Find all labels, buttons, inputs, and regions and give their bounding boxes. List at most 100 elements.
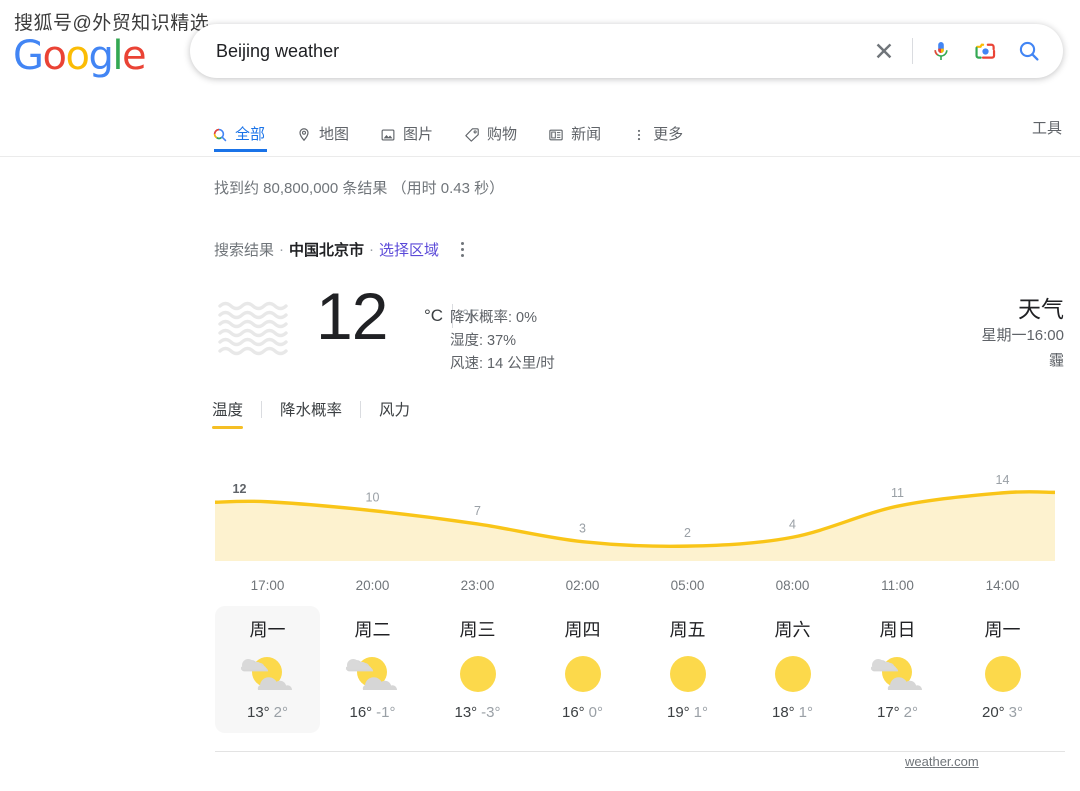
logo-letter-1: G (13, 33, 44, 79)
google-logo[interactable]: Google (13, 33, 147, 79)
time-tick: 08:00 (775, 578, 810, 593)
tab-maps[interactable]: 地图 (296, 105, 349, 152)
chart-tab-wind[interactable]: 风力 (379, 398, 410, 429)
chart-tab-divider-1 (261, 401, 263, 418)
forecast-high: 16° (561, 704, 585, 721)
forecast-high: 18° (771, 704, 795, 721)
sunny-icon (459, 656, 496, 692)
forecast-condition-icon-wrap (425, 648, 530, 700)
chart-point-label: 11 (891, 486, 904, 500)
location-prefix: 搜索结果 (214, 242, 275, 259)
time-tick: 20:00 (355, 578, 390, 593)
search-bar[interactable]: ✕ (190, 24, 1063, 78)
haze-icon (218, 301, 288, 356)
forecast-low: -3° (481, 704, 501, 721)
partly-cloudy-icon (240, 657, 292, 690)
precipitation-row: 降水概率: 0% (450, 310, 538, 326)
sunny-icon (774, 656, 811, 692)
humidity-row: 湿度: 37% (450, 333, 517, 349)
partly-cloudy-icon (345, 657, 397, 690)
wind-row: 风速: 14 公里/时 (450, 356, 555, 372)
time-tick: 14:00 (985, 578, 1020, 593)
chart-tab-precipitation[interactable]: 降水概率 (280, 398, 342, 429)
forecast-low: 2° (273, 704, 289, 721)
location-context: 搜索结果 · 中国北京市 · 选择区域 (214, 239, 465, 260)
chart-point-label: 12 (233, 482, 247, 496)
forecast-day-name: 周四 (564, 620, 601, 640)
sunny-icon (984, 656, 1021, 692)
more-vertical-icon (638, 129, 641, 140)
clear-glyph: ✕ (873, 36, 895, 66)
weather-card: 12 °C °F 降水概率: 0% 湿度: 37% 风速: 14 公里/时 天气… (212, 281, 1065, 769)
tab-images[interactable]: 图片 (380, 105, 433, 152)
forecast-temps: 13° -3° (425, 704, 530, 721)
clear-icon[interactable]: ✕ (862, 29, 906, 73)
tab-all[interactable]: 全部 (212, 105, 268, 152)
weather-timestamp: 星期一16:00 (981, 327, 1064, 344)
daily-forecast-item[interactable]: 周三 13° -3° (425, 606, 530, 733)
weather-current: 12 °C °F 降水概率: 0% 湿度: 37% 风速: 14 公里/时 天气… (212, 281, 1064, 386)
forecast-high: 13° (454, 704, 478, 721)
forecast-day-name: 周日 (879, 620, 916, 640)
forecast-high: 16° (349, 704, 373, 721)
forecast-temps: 16° -1° (320, 704, 425, 721)
tab-maps-label: 地图 (319, 126, 350, 143)
forecast-low: 1° (693, 704, 709, 721)
daily-forecast-item[interactable]: 周二 16° -1° (320, 606, 425, 733)
forecast-day-name: 周五 (669, 620, 706, 640)
forecast-condition-icon-wrap (215, 648, 320, 700)
search-input[interactable] (190, 40, 862, 62)
daily-forecast-item[interactable]: 周四 16° 0° (530, 606, 635, 733)
tools-button[interactable]: 工具 (1032, 117, 1062, 138)
forecast-temps: 16° 0° (530, 704, 635, 721)
microphone-icon[interactable] (919, 29, 963, 73)
time-tick: 23:00 (460, 578, 495, 593)
logo-letter-6: e (121, 33, 147, 79)
unit-celsius[interactable]: °C (424, 306, 443, 326)
nav-items: 全部 地图 图片 购物 新闻 更多 (212, 105, 714, 157)
search-submit-icon[interactable] (1007, 29, 1051, 73)
search-icon (213, 128, 227, 141)
time-tick: 05:00 (670, 578, 705, 593)
result-stats: 找到约 80,800,000 条结果 （用时 0.43 秒） (214, 180, 505, 197)
page-root: 搜狐号@外贸知识精选 Google ✕ (0, 0, 1080, 791)
chart-tab-temperature[interactable]: 温度 (212, 398, 244, 429)
forecast-temps: 17° 2° (845, 704, 950, 721)
google-lens-icon[interactable] (963, 29, 1007, 73)
forecast-temps: 20° 3° (950, 704, 1055, 721)
chart-metric-tabs: 温度 降水概率 风力 (212, 398, 410, 429)
forecast-day-name: 周六 (774, 620, 811, 640)
tab-more[interactable]: 更多 (632, 105, 683, 152)
sunny-icon (564, 656, 601, 692)
source-divider (215, 751, 1065, 752)
daily-forecast-item[interactable]: 周一 20° 3° (950, 606, 1055, 733)
forecast-high: 17° (876, 704, 900, 721)
forecast-temps: 13° 2° (215, 704, 320, 721)
daily-forecast-item[interactable]: 周一 13° 2° (215, 606, 320, 733)
daily-forecast-item[interactable]: 周五 19° 1° (635, 606, 740, 733)
partly-cloudy-icon (870, 657, 922, 690)
time-tick: 02:00 (565, 578, 600, 593)
tab-shopping-label: 购物 (487, 126, 518, 143)
chart-point-label: 3 (579, 522, 586, 536)
chart-point-label: 7 (474, 504, 481, 518)
weather-details: 降水概率: 0% 湿度: 37% 风速: 14 公里/时 (450, 307, 555, 376)
forecast-condition-icon-wrap (950, 648, 1055, 700)
kebab-menu-icon[interactable] (461, 242, 465, 257)
forecast-high: 20° (981, 704, 1005, 721)
tab-more-label: 更多 (653, 126, 684, 143)
source-link[interactable]: weather.com (905, 754, 979, 769)
temperature-chart[interactable]: 12 10 7 3 2 4 11 14 (215, 466, 1055, 561)
forecast-condition-icon-wrap (320, 648, 425, 700)
daily-forecast-item[interactable]: 周六 18° 1° (740, 606, 845, 733)
tab-news[interactable]: 新闻 (548, 105, 601, 152)
tab-shopping[interactable]: 购物 (464, 105, 517, 152)
choose-area-link[interactable]: 选择区域 (379, 239, 439, 260)
weather-summary: 天气 星期一16:00 霾 (981, 295, 1064, 373)
tab-news-label: 新闻 (571, 126, 602, 143)
logo-letter-2: o (42, 33, 67, 79)
forecast-day-name: 周一 (984, 620, 1021, 640)
chart-time-axis: 17:00 20:00 23:00 02:00 05:00 08:00 11:00 14:00 (215, 578, 1055, 593)
daily-forecast-item[interactable]: 周日 17° 2° (845, 606, 950, 733)
forecast-low: 3° (1008, 704, 1024, 721)
